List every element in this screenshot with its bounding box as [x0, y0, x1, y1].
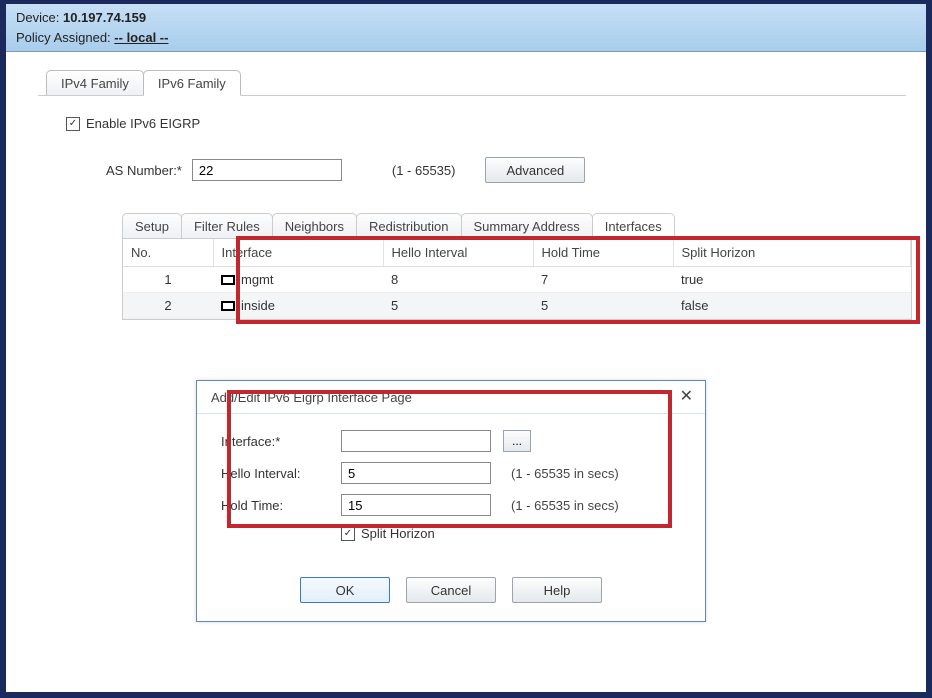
as-number-row: AS Number:* (1 - 65535) Advanced: [106, 157, 886, 183]
interface-label: Interface:*: [221, 434, 341, 449]
ip-family-tabs: IPv4 Family IPv6 Family: [46, 70, 906, 96]
enable-ipv6-eigrp-checkbox[interactable]: ✓: [66, 117, 80, 131]
help-button[interactable]: Help: [512, 577, 602, 603]
col-no[interactable]: No.: [123, 239, 213, 267]
browse-button[interactable]: ...: [503, 430, 531, 452]
interface-input[interactable]: [341, 430, 491, 452]
inner-tabs: Setup Filter Rules Neighbors Redistribut…: [122, 213, 912, 239]
hello-interval-label: Hello Interval:: [221, 466, 341, 481]
cell-no: 2: [123, 293, 213, 319]
enable-ipv6-eigrp-label: Enable IPv6 EIGRP: [86, 116, 200, 131]
advanced-button[interactable]: Advanced: [485, 157, 585, 183]
enable-ipv6-eigrp-row: ✓ Enable IPv6 EIGRP: [66, 116, 886, 131]
cell-interface: mgmt: [213, 267, 383, 293]
cell-interface: inside: [213, 293, 383, 319]
tab-neighbors[interactable]: Neighbors: [272, 213, 357, 238]
split-horizon-checkbox[interactable]: ✓: [341, 527, 355, 541]
hold-range-hint: (1 - 65535 in secs): [511, 498, 619, 513]
as-number-label: AS Number:*: [106, 163, 182, 178]
table-row[interactable]: 1 mgmt 8 7 true: [123, 267, 911, 293]
cancel-button[interactable]: Cancel: [406, 577, 496, 603]
cell-no: 1: [123, 267, 213, 293]
interfaces-table: No. Interface Hello Interval Hold Time S…: [123, 239, 911, 319]
cell-hold: 7: [533, 267, 673, 293]
as-number-input[interactable]: [192, 159, 342, 181]
tab-ipv6-family[interactable]: IPv6 Family: [143, 70, 241, 96]
col-split[interactable]: Split Horizon: [673, 239, 911, 267]
cell-hello: 8: [383, 267, 533, 293]
interface-icon: [221, 275, 235, 285]
hold-time-label: Hold Time:: [221, 498, 341, 513]
dialog-titlebar: Add/Edit IPv6 Eigrp Interface Page ✕: [197, 381, 705, 414]
tab-redistribution[interactable]: Redistribution: [356, 213, 462, 238]
cell-hold: 5: [533, 293, 673, 319]
tab-summary-address[interactable]: Summary Address: [461, 213, 593, 238]
tab-setup[interactable]: Setup: [122, 213, 182, 238]
header-bar: Device: 10.197.74.159 Policy Assigned: -…: [6, 4, 926, 52]
cell-split: false: [673, 293, 911, 319]
col-hello[interactable]: Hello Interval: [383, 239, 533, 267]
col-hold[interactable]: Hold Time: [533, 239, 673, 267]
dialog-title-text: Add/Edit IPv6 Eigrp Interface Page: [211, 390, 412, 405]
col-interface[interactable]: Interface: [213, 239, 383, 267]
device-label: Device:: [16, 10, 59, 25]
policy-value: -- local --: [114, 30, 168, 45]
as-number-range: (1 - 65535): [392, 163, 456, 178]
table-row[interactable]: 2 inside 5 5 false: [123, 293, 911, 319]
close-icon[interactable]: ✕: [680, 389, 693, 405]
cell-hello: 5: [383, 293, 533, 319]
device-ip: 10.197.74.159: [63, 10, 146, 25]
hold-time-input[interactable]: [341, 494, 491, 516]
cell-split: true: [673, 267, 911, 293]
policy-label: Policy Assigned:: [16, 30, 111, 45]
tab-interfaces[interactable]: Interfaces: [592, 213, 675, 239]
hello-interval-input[interactable]: [341, 462, 491, 484]
ok-button[interactable]: OK: [300, 577, 390, 603]
split-horizon-label: Split Horizon: [361, 526, 435, 541]
add-edit-dialog: Add/Edit IPv6 Eigrp Interface Page ✕ Int…: [196, 380, 706, 622]
tab-ipv4-family[interactable]: IPv4 Family: [46, 70, 144, 95]
tab-filter-rules[interactable]: Filter Rules: [181, 213, 273, 238]
interface-icon: [221, 301, 235, 311]
hello-range-hint: (1 - 65535 in secs): [511, 466, 619, 481]
interfaces-table-wrap: No. Interface Hello Interval Hold Time S…: [122, 239, 912, 320]
